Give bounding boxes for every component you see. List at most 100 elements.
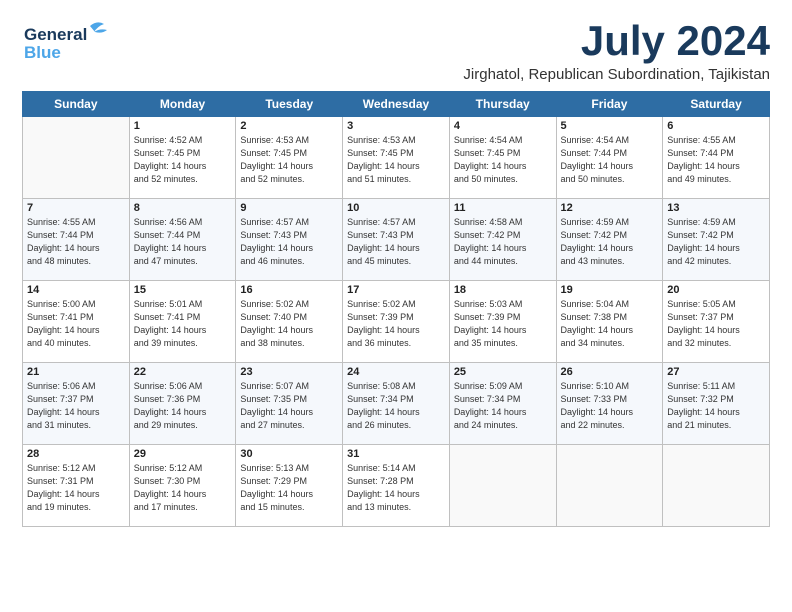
day-detail: Sunrise: 5:09 AM Sunset: 7:34 PM Dayligh… bbox=[454, 380, 552, 432]
table-row: 3Sunrise: 4:53 AM Sunset: 7:45 PM Daylig… bbox=[343, 117, 450, 199]
title-block: July 2024 Jirghatol, Republican Subordin… bbox=[463, 18, 770, 83]
day-number: 3 bbox=[347, 120, 445, 132]
table-row: 15 Sunrise: 5:01 AM Sunset: 7:41 PM Dayli… bbox=[129, 281, 236, 363]
table-row: 31 Sunrise: 5:14 AM Sunset: 7:28 PM Dayli… bbox=[343, 445, 450, 527]
table-row: 10 Sunrise: 4:57 AM Sunset: 7:43 PM Dayli… bbox=[343, 199, 450, 281]
table-row bbox=[663, 445, 770, 527]
col-saturday: Saturday bbox=[663, 92, 770, 117]
day-number: 22 bbox=[134, 366, 232, 378]
table-row bbox=[556, 445, 663, 527]
day-detail: Sunrise: 4:54 AM Sunset: 7:44 PM Dayligh… bbox=[561, 134, 659, 186]
day-number: 27 bbox=[667, 366, 765, 378]
day-detail: Sunrise: 4:53 AM Sunset: 7:45 PM Dayligh… bbox=[240, 134, 338, 186]
col-friday: Friday bbox=[556, 92, 663, 117]
day-detail: Sunrise: 5:05 AM Sunset: 7:37 PM Dayligh… bbox=[667, 298, 765, 350]
day-detail: Sunrise: 4:59 AM Sunset: 7:42 PM Dayligh… bbox=[561, 216, 659, 268]
table-row: 27 Sunrise: 5:11 AM Sunset: 7:32 PM Dayli… bbox=[663, 363, 770, 445]
day-detail: Sunrise: 4:58 AM Sunset: 7:42 PM Dayligh… bbox=[454, 216, 552, 268]
day-detail: Sunrise: 4:59 AM Sunset: 7:42 PM Dayligh… bbox=[667, 216, 765, 268]
svg-text:Blue: Blue bbox=[24, 43, 61, 62]
week-row-2: 7 Sunrise: 4:55 AM Sunset: 7:44 PM Daylig… bbox=[23, 199, 770, 281]
day-number: 1 bbox=[134, 120, 232, 132]
week-row-1: 1 Sunrise: 4:52 AM Sunset: 7:45 PM Daylig… bbox=[23, 117, 770, 199]
day-detail: Sunrise: 5:01 AM Sunset: 7:41 PM Dayligh… bbox=[134, 298, 232, 350]
table-row: 20 Sunrise: 5:05 AM Sunset: 7:37 PM Dayli… bbox=[663, 281, 770, 363]
header-row: Sunday Monday Tuesday Wednesday Thursday… bbox=[23, 92, 770, 117]
subtitle: Jirghatol, Republican Subordination, Taj… bbox=[463, 66, 770, 83]
table-row: 21 Sunrise: 5:06 AM Sunset: 7:37 PM Dayli… bbox=[23, 363, 130, 445]
week-row-3: 14Sunrise: 5:00 AM Sunset: 7:41 PM Dayli… bbox=[23, 281, 770, 363]
day-number: 15 bbox=[134, 284, 232, 296]
day-detail: Sunrise: 5:11 AM Sunset: 7:32 PM Dayligh… bbox=[667, 380, 765, 432]
day-number: 10 bbox=[347, 202, 445, 214]
table-row: 12 Sunrise: 4:59 AM Sunset: 7:42 PM Dayli… bbox=[556, 199, 663, 281]
day-number: 6 bbox=[667, 120, 765, 132]
table-row: 1 Sunrise: 4:52 AM Sunset: 7:45 PM Daylig… bbox=[129, 117, 236, 199]
day-number: 5 bbox=[561, 120, 659, 132]
table-row: 24Sunrise: 5:08 AM Sunset: 7:34 PM Dayli… bbox=[343, 363, 450, 445]
table-row: 19 Sunrise: 5:04 AM Sunset: 7:38 PM Dayli… bbox=[556, 281, 663, 363]
table-row: 25 Sunrise: 5:09 AM Sunset: 7:34 PM Dayli… bbox=[449, 363, 556, 445]
table-row: 16 Sunrise: 5:02 AM Sunset: 7:40 PM Dayli… bbox=[236, 281, 343, 363]
col-sunday: Sunday bbox=[23, 92, 130, 117]
table-row: 17Sunrise: 5:02 AM Sunset: 7:39 PM Dayli… bbox=[343, 281, 450, 363]
day-number: 7 bbox=[27, 202, 125, 214]
day-detail: Sunrise: 5:06 AM Sunset: 7:37 PM Dayligh… bbox=[27, 380, 125, 432]
table-row bbox=[23, 117, 130, 199]
day-number: 21 bbox=[27, 366, 125, 378]
table-row: 2Sunrise: 4:53 AM Sunset: 7:45 PM Daylig… bbox=[236, 117, 343, 199]
day-detail: Sunrise: 4:57 AM Sunset: 7:43 PM Dayligh… bbox=[347, 216, 445, 268]
table-row: 11 Sunrise: 4:58 AM Sunset: 7:42 PM Dayli… bbox=[449, 199, 556, 281]
day-number: 11 bbox=[454, 202, 552, 214]
table-row: 28 Sunrise: 5:12 AM Sunset: 7:31 PM Dayli… bbox=[23, 445, 130, 527]
col-tuesday: Tuesday bbox=[236, 92, 343, 117]
table-row: 14Sunrise: 5:00 AM Sunset: 7:41 PM Dayli… bbox=[23, 281, 130, 363]
day-number: 23 bbox=[240, 366, 338, 378]
table-row: 13 Sunrise: 4:59 AM Sunset: 7:42 PM Dayli… bbox=[663, 199, 770, 281]
day-detail: Sunrise: 4:55 AM Sunset: 7:44 PM Dayligh… bbox=[667, 134, 765, 186]
day-number: 16 bbox=[240, 284, 338, 296]
table-row: 22 Sunrise: 5:06 AM Sunset: 7:36 PM Dayli… bbox=[129, 363, 236, 445]
day-detail: Sunrise: 5:03 AM Sunset: 7:39 PM Dayligh… bbox=[454, 298, 552, 350]
table-row: 26Sunrise: 5:10 AM Sunset: 7:33 PM Dayli… bbox=[556, 363, 663, 445]
day-detail: Sunrise: 5:08 AM Sunset: 7:34 PM Dayligh… bbox=[347, 380, 445, 432]
page: General Blue July 2024 Jirghatol, Republ… bbox=[0, 0, 792, 537]
table-row: 6 Sunrise: 4:55 AM Sunset: 7:44 PM Daylig… bbox=[663, 117, 770, 199]
day-number: 13 bbox=[667, 202, 765, 214]
table-row: 7 Sunrise: 4:55 AM Sunset: 7:44 PM Daylig… bbox=[23, 199, 130, 281]
day-number: 4 bbox=[454, 120, 552, 132]
day-detail: Sunrise: 5:12 AM Sunset: 7:31 PM Dayligh… bbox=[27, 462, 125, 514]
day-detail: Sunrise: 5:00 AM Sunset: 7:41 PM Dayligh… bbox=[27, 298, 125, 350]
svg-text:General: General bbox=[24, 25, 87, 44]
day-number: 12 bbox=[561, 202, 659, 214]
main-title: July 2024 bbox=[463, 18, 770, 64]
day-detail: Sunrise: 4:52 AM Sunset: 7:45 PM Dayligh… bbox=[134, 134, 232, 186]
day-detail: Sunrise: 5:04 AM Sunset: 7:38 PM Dayligh… bbox=[561, 298, 659, 350]
week-row-4: 21 Sunrise: 5:06 AM Sunset: 7:37 PM Dayli… bbox=[23, 363, 770, 445]
day-number: 18 bbox=[454, 284, 552, 296]
table-row: 18 Sunrise: 5:03 AM Sunset: 7:39 PM Dayli… bbox=[449, 281, 556, 363]
day-detail: Sunrise: 5:14 AM Sunset: 7:28 PM Dayligh… bbox=[347, 462, 445, 514]
day-detail: Sunrise: 4:55 AM Sunset: 7:44 PM Dayligh… bbox=[27, 216, 125, 268]
day-number: 31 bbox=[347, 448, 445, 460]
day-number: 9 bbox=[240, 202, 338, 214]
table-row bbox=[449, 445, 556, 527]
day-detail: Sunrise: 5:06 AM Sunset: 7:36 PM Dayligh… bbox=[134, 380, 232, 432]
day-detail: Sunrise: 5:12 AM Sunset: 7:30 PM Dayligh… bbox=[134, 462, 232, 514]
day-number: 30 bbox=[240, 448, 338, 460]
day-number: 25 bbox=[454, 366, 552, 378]
day-number: 28 bbox=[27, 448, 125, 460]
day-number: 20 bbox=[667, 284, 765, 296]
day-detail: Sunrise: 4:54 AM Sunset: 7:45 PM Dayligh… bbox=[454, 134, 552, 186]
calendar-table: Sunday Monday Tuesday Wednesday Thursday… bbox=[22, 91, 770, 527]
day-number: 19 bbox=[561, 284, 659, 296]
table-row: 4 Sunrise: 4:54 AM Sunset: 7:45 PM Daylig… bbox=[449, 117, 556, 199]
day-detail: Sunrise: 5:02 AM Sunset: 7:39 PM Dayligh… bbox=[347, 298, 445, 350]
week-row-5: 28 Sunrise: 5:12 AM Sunset: 7:31 PM Dayli… bbox=[23, 445, 770, 527]
table-row: 8Sunrise: 4:56 AM Sunset: 7:44 PM Daylig… bbox=[129, 199, 236, 281]
table-row: 9Sunrise: 4:57 AM Sunset: 7:43 PM Daylig… bbox=[236, 199, 343, 281]
day-detail: Sunrise: 5:07 AM Sunset: 7:35 PM Dayligh… bbox=[240, 380, 338, 432]
day-number: 29 bbox=[134, 448, 232, 460]
col-wednesday: Wednesday bbox=[343, 92, 450, 117]
day-detail: Sunrise: 5:02 AM Sunset: 7:40 PM Dayligh… bbox=[240, 298, 338, 350]
